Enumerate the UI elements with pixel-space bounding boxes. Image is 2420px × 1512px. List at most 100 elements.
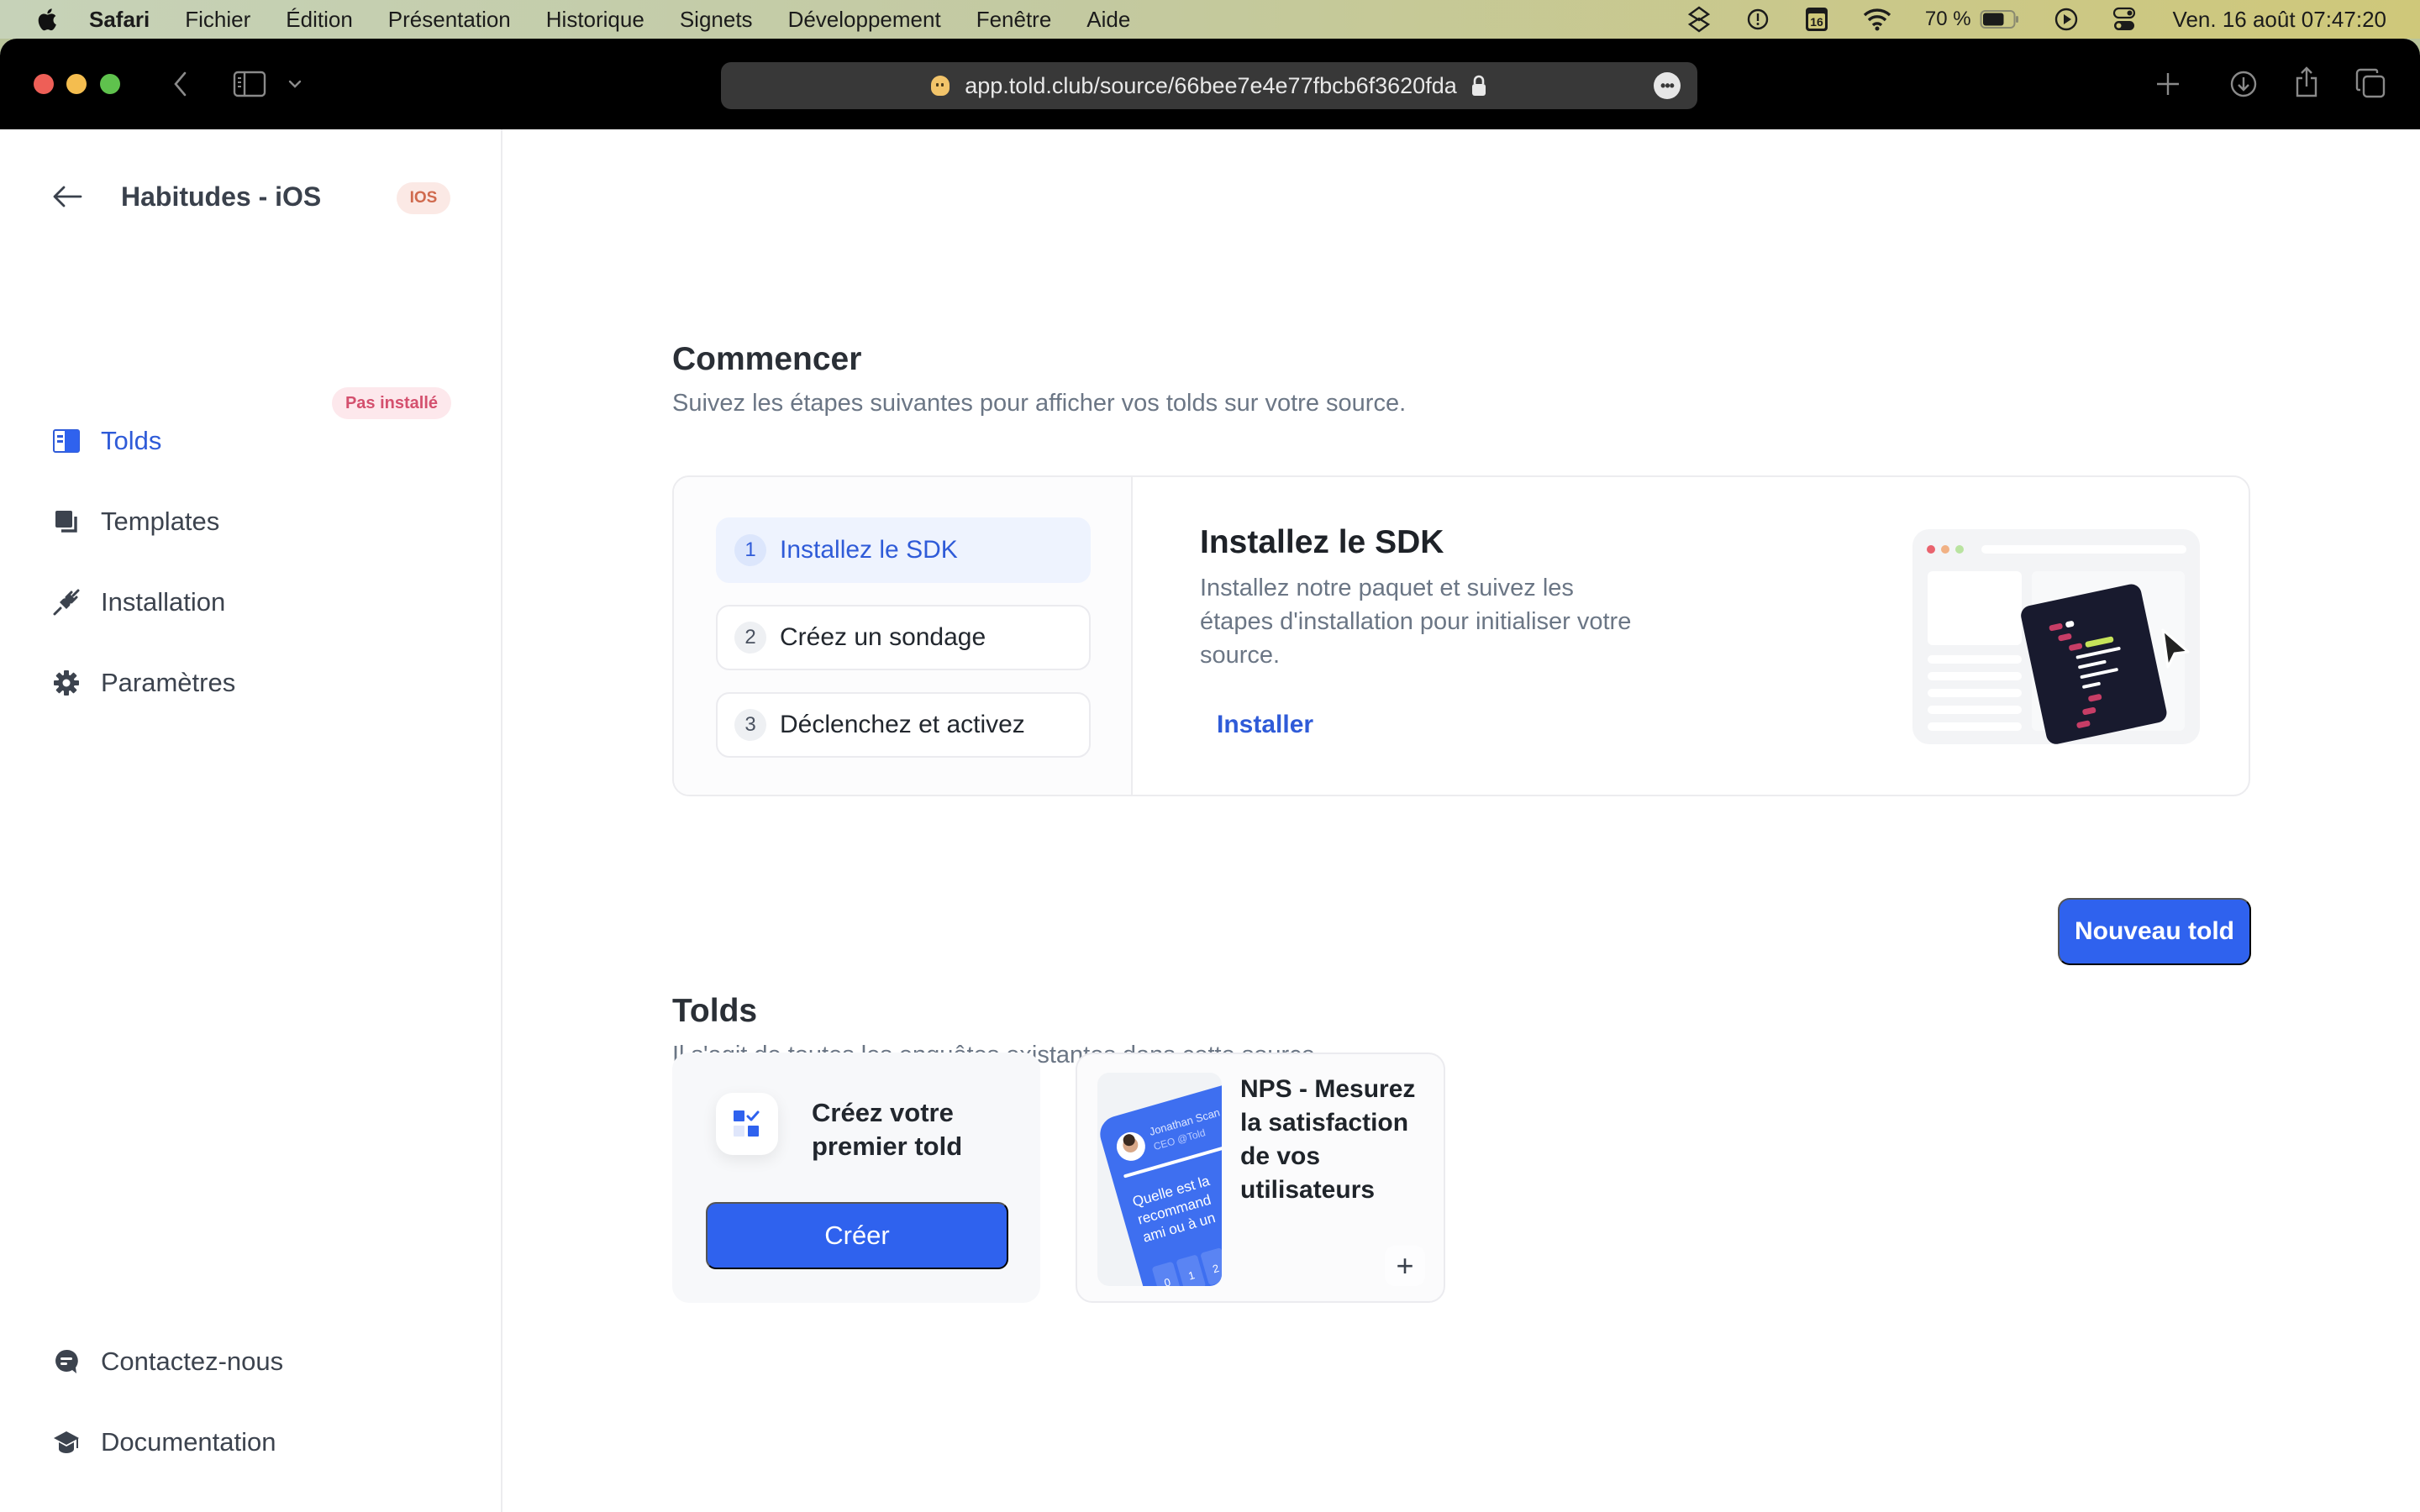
installation-status-badge: Pas installé xyxy=(332,387,451,419)
sidebar-item-label: Installation xyxy=(101,587,226,617)
add-template-button[interactable]: + xyxy=(1385,1246,1425,1286)
main-content: Commencer Suivez les étapes suivantes po… xyxy=(504,129,2420,1512)
menu-fichier[interactable]: Fichier xyxy=(185,7,250,33)
sidebar-item-label: Documentation xyxy=(101,1427,276,1457)
downloads-button[interactable] xyxy=(2228,69,2259,99)
tab-overview-button[interactable] xyxy=(2354,67,2386,99)
template-title: NPS - Mesurez la satisfaction de vos uti… xyxy=(1240,1075,1416,1204)
sidebar-item-label: Tolds xyxy=(101,426,162,455)
illus-dot-green xyxy=(1955,545,1964,554)
address-bar[interactable]: app.told.club/source/66bee7e4e77fbcb6f36… xyxy=(721,62,1697,109)
source-title: Habitudes - iOS xyxy=(121,181,322,212)
tabs-icon xyxy=(2355,68,2386,98)
tolds-title: Tolds xyxy=(672,993,758,1029)
window-minimize-button[interactable] xyxy=(66,74,87,94)
sidebar-item-parametres[interactable]: Paramètres xyxy=(52,662,235,704)
create-card-title: Créez votre premier told xyxy=(812,1098,963,1161)
graduation-cap-icon xyxy=(52,1428,81,1457)
step-number: 1 xyxy=(734,534,766,566)
time-machine-icon[interactable] xyxy=(1745,7,1770,32)
plus-icon xyxy=(2157,73,2179,95)
menu-historique[interactable]: Historique xyxy=(546,7,644,33)
illus-address xyxy=(1981,545,2186,554)
gear-icon xyxy=(52,669,81,697)
step-label: Créez un sondage xyxy=(780,623,986,651)
chevron-left-icon xyxy=(174,71,187,97)
getting-started-card: 1 Installez le SDK 2 Créez un sondage 3 … xyxy=(672,475,2250,796)
sidebar-item-templates[interactable]: Templates xyxy=(52,501,219,543)
illus-line xyxy=(1928,655,2022,664)
back-to-sources-button[interactable] xyxy=(50,180,84,213)
sidebar-item-installation[interactable]: Installation xyxy=(52,581,225,623)
step-number: 3 xyxy=(734,709,766,741)
new-told-button[interactable]: Nouveau told xyxy=(2058,898,2251,965)
step-label: Déclenchez et activez xyxy=(780,711,1025,738)
template-card-nps[interactable]: Jonathan Scan CEO @Told Quelle est la re… xyxy=(1076,1053,1445,1303)
wifi-icon[interactable] xyxy=(1863,8,1891,31)
tab-group-menu-button[interactable] xyxy=(284,76,306,92)
window-zoom-button[interactable] xyxy=(100,74,120,94)
back-button[interactable] xyxy=(166,67,193,101)
sidebar-item-label: Contactez-nous xyxy=(101,1347,284,1376)
macos-menu-bar: Safari Fichier Édition Présentation Hist… xyxy=(0,0,2420,39)
download-icon xyxy=(2230,71,2257,97)
illus-dot-orange xyxy=(1941,545,1949,554)
apple-menu-icon[interactable] xyxy=(34,7,59,32)
window-close-button[interactable] xyxy=(34,74,54,94)
layers-icon[interactable] xyxy=(1686,6,1712,33)
sidebar-item-contact[interactable]: Contactez-nous xyxy=(52,1341,283,1383)
site-favicon-icon xyxy=(931,76,950,96)
control-center-icon[interactable] xyxy=(2112,7,2136,32)
sidebar-item-tolds[interactable]: Tolds xyxy=(52,420,161,462)
install-link[interactable]: Installer xyxy=(1217,711,1313,739)
getting-started-subtitle: Suivez les étapes suivantes pour affiche… xyxy=(672,390,1407,417)
templates-icon xyxy=(52,507,81,536)
sidebar: Habitudes - iOS IOS Tolds Templates Inst… xyxy=(0,129,502,1512)
illus-line xyxy=(1928,689,2022,697)
play-icon[interactable] xyxy=(2054,7,2079,32)
lock-icon xyxy=(1470,74,1487,97)
menu-safari[interactable]: Safari xyxy=(89,7,150,33)
url-text[interactable]: app.told.club/source/66bee7e4e77fbcb6f36… xyxy=(965,73,1456,99)
menu-aide[interactable]: Aide xyxy=(1086,7,1130,33)
new-tab-button[interactable] xyxy=(2153,69,2183,99)
menu-signets[interactable]: Signets xyxy=(680,7,753,33)
illus-panel xyxy=(1928,571,2022,645)
step-install-sdk[interactable]: 1 Installez le SDK xyxy=(716,517,1091,583)
sidebar-item-label: Paramètres xyxy=(101,668,236,697)
step-create-survey[interactable]: 2 Créez un sondage xyxy=(716,605,1091,670)
survey-checklist-icon xyxy=(716,1093,778,1155)
sdk-illustration xyxy=(1912,529,2200,744)
illus-line xyxy=(1928,722,2022,731)
share-button[interactable] xyxy=(2292,66,2321,99)
illus-line xyxy=(1928,672,2022,680)
menu-edition[interactable]: Édition xyxy=(286,7,353,33)
sidebar-icon xyxy=(233,71,266,97)
illus-dot-red xyxy=(1927,545,1935,554)
menu-bar-clock[interactable]: Ven. 16 août 07:47:20 xyxy=(2173,7,2386,33)
battery-icon[interactable] xyxy=(1980,9,2020,29)
create-first-told-card: Créez votre premier told Créer xyxy=(672,1053,1040,1303)
step-trigger-activate[interactable]: 3 Déclenchez et activez xyxy=(716,692,1091,758)
calendar-icon[interactable]: 16 xyxy=(1804,6,1829,33)
step-detail-title: Installez le SDK xyxy=(1200,524,1444,560)
illus-line xyxy=(1928,706,2022,714)
step-label: Installez le SDK xyxy=(780,536,958,564)
browser-toolbar: app.told.club/source/66bee7e4e77fbcb6f36… xyxy=(0,39,2420,129)
create-told-button[interactable]: Créer xyxy=(706,1202,1008,1269)
step-number: 2 xyxy=(734,622,766,654)
tolds-icon xyxy=(52,427,81,455)
menu-bar-status-area: 16 70 % Ven. 16 août 07:47:20 xyxy=(1653,0,2386,39)
menu-presentation[interactable]: Présentation xyxy=(388,7,511,33)
share-icon xyxy=(2296,66,2317,97)
menu-fenetre[interactable]: Fenêtre xyxy=(976,7,1052,33)
arrow-left-icon xyxy=(53,186,82,207)
sidebar-item-documentation[interactable]: Documentation xyxy=(52,1421,276,1463)
chat-icon xyxy=(52,1347,81,1376)
menu-developpement[interactable]: Développement xyxy=(788,7,941,33)
battery-percent: 70 % xyxy=(1924,8,1971,30)
step-detail-description: Installez notre paquet et suivez les éta… xyxy=(1200,575,1632,669)
sidebar-toggle-button[interactable] xyxy=(232,69,267,99)
steps-list: 1 Installez le SDK 2 Créez un sondage 3 … xyxy=(674,477,1133,795)
page-menu-button[interactable]: ••• xyxy=(1654,72,1681,99)
